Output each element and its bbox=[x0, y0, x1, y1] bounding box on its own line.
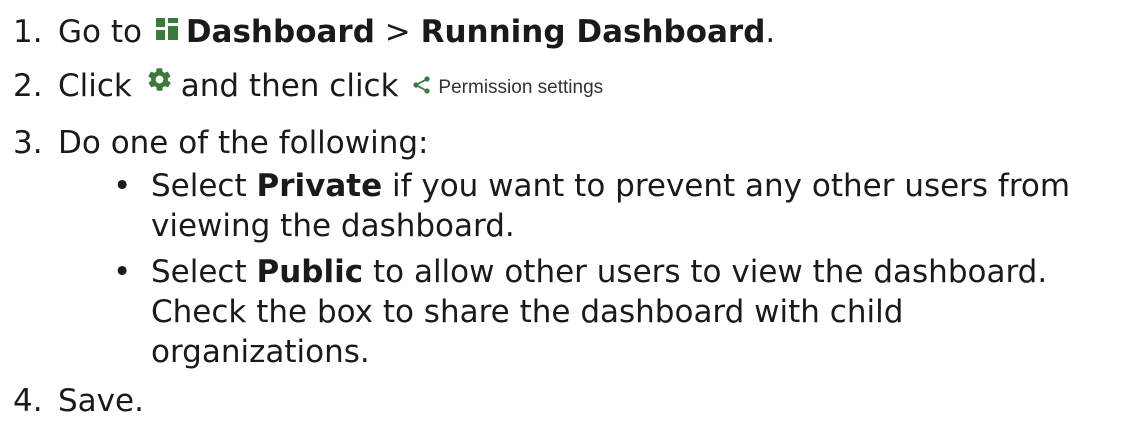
share-icon bbox=[413, 75, 431, 94]
instructions-document: 1. Go to Dashboard > Running Dashboard. 2… bbox=[0, 0, 1127, 431]
permission-settings-label: Permission settings bbox=[438, 77, 604, 98]
bullet-public-line3: organizations. bbox=[151, 334, 370, 370]
private-label: Private bbox=[256, 168, 383, 204]
running-dashboard-label: Running Dashboard bbox=[420, 14, 766, 50]
step-text: Do one of the following: bbox=[58, 125, 429, 161]
step-text: Click bbox=[58, 68, 132, 104]
bullet-public-line2: Check the box to share the dashboard wit… bbox=[151, 294, 904, 330]
step-number: 1. bbox=[13, 14, 43, 50]
step-2: 2. Click and then click Permission settin… bbox=[0, 66, 603, 111]
menu-separator: > bbox=[384, 14, 411, 50]
step-3: 3. Do one of the following: bbox=[0, 123, 429, 163]
step-text: Save. bbox=[58, 383, 144, 419]
step-text: and then click bbox=[180, 68, 399, 104]
step-text: Go to bbox=[58, 14, 142, 50]
dashboard-icon bbox=[155, 17, 178, 40]
step-4: 4. Save. bbox=[0, 381, 144, 421]
step-1: 1. Go to Dashboard > Running Dashboard. bbox=[0, 12, 775, 52]
step-period: . bbox=[765, 14, 776, 50]
bullet-private-line1: Select Private if you want to prevent an… bbox=[151, 168, 1071, 204]
gear-icon bbox=[148, 68, 171, 91]
step-number: 4. bbox=[13, 383, 43, 419]
step-number: 3. bbox=[13, 125, 43, 161]
public-label: Public bbox=[256, 254, 364, 290]
dashboard-menu-label: Dashboard bbox=[185, 14, 375, 50]
bullet-marker: • bbox=[113, 254, 132, 290]
bullet-marker: • bbox=[113, 168, 132, 204]
bullet-private-line2: viewing the dashboard. bbox=[151, 208, 515, 244]
bullet-public-line1: Select Public to allow other users to vi… bbox=[151, 254, 1048, 290]
step-number: 2. bbox=[13, 68, 43, 104]
